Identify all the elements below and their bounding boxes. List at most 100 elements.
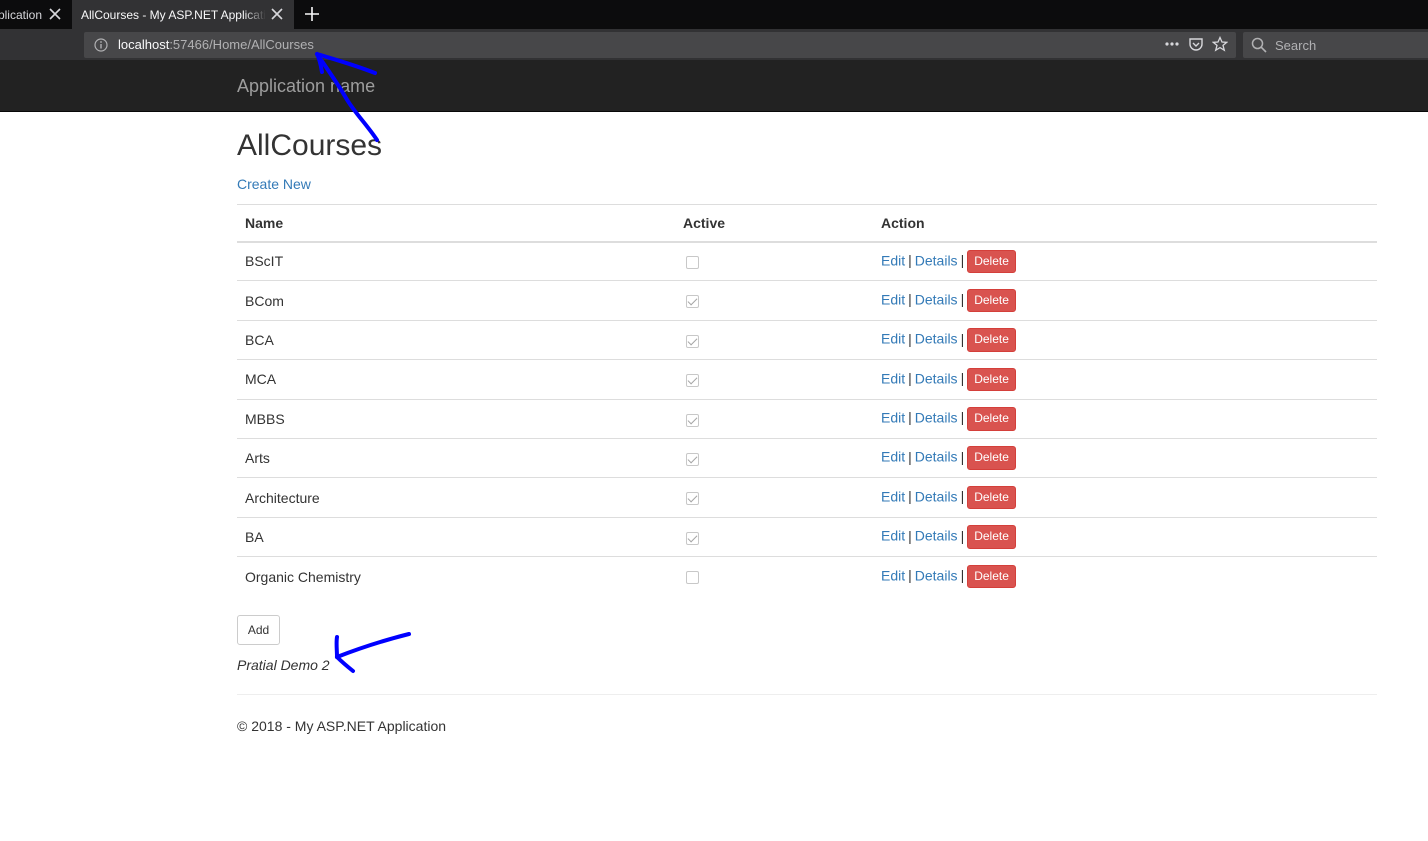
annotation-arrow-partial <box>334 632 411 673</box>
separator: | <box>908 252 912 269</box>
table-row: BScIT Edit | Details | Delete <box>237 242 1377 281</box>
browser-tab-active[interactable]: AllCourses - My ASP.NET Application <box>72 0 294 29</box>
browser-tab-strip: Application name - My ASP.NET Applicatio… <box>0 0 1428 29</box>
edit-link[interactable]: Edit <box>881 291 905 307</box>
separator: | <box>908 567 912 584</box>
course-name: BCA <box>237 319 675 360</box>
table-row: MCA Edit | Details | Delete <box>237 359 1377 400</box>
edit-link[interactable]: Edit <box>881 370 905 386</box>
active-checkbox <box>686 256 699 270</box>
table-row: Architecture Edit | Details | Delete <box>237 477 1377 518</box>
active-checkbox <box>686 295 699 309</box>
separator: | <box>960 370 965 387</box>
course-name: Architecture <box>237 477 675 518</box>
table-body: BScIT Edit | Details | Delete BCom Edit | Details… <box>237 242 1377 597</box>
separator: | <box>908 409 912 426</box>
info-icon[interactable] <box>94 38 108 52</box>
details-link[interactable]: Details <box>915 291 958 307</box>
url-actions <box>1164 35 1229 52</box>
delete-button[interactable]: Delete <box>967 564 1016 589</box>
action-cell: Edit | Details | Delete <box>873 280 1377 321</box>
search-bar[interactable]: Search <box>1243 32 1428 58</box>
active-cell <box>675 280 873 321</box>
tab-title: Application name - My ASP.NET Applicatio… <box>0 7 42 22</box>
edit-link[interactable]: Edit <box>881 252 905 268</box>
bookmark-star-icon[interactable] <box>1211 35 1229 52</box>
browser-tab[interactable]: Application name - My ASP.NET Applicatio… <box>0 0 70 29</box>
delete-button[interactable]: Delete <box>967 485 1016 510</box>
table-row: BCA Edit | Details | Delete <box>237 319 1377 360</box>
edit-link[interactable]: Edit <box>881 528 905 544</box>
url-path: :57466/Home/AllCourses <box>169 37 314 52</box>
close-icon[interactable] <box>270 7 284 21</box>
table-row: BA Edit | Details | Delete <box>237 516 1377 557</box>
new-tab-plus-icon[interactable] <box>303 5 321 23</box>
details-link[interactable]: Details <box>915 370 958 386</box>
separator: | <box>908 330 912 347</box>
active-cell <box>675 359 873 400</box>
course-name: MCA <box>237 359 675 400</box>
edit-link[interactable]: Edit <box>881 331 905 347</box>
edit-link[interactable]: Edit <box>881 567 905 583</box>
more-actions-icon[interactable] <box>1164 36 1180 52</box>
search-icon <box>1251 37 1267 53</box>
tab-title: AllCourses - My ASP.NET Application <box>81 7 266 22</box>
table-row: MBBS Edit | Details | Delete <box>237 398 1377 439</box>
create-new-link[interactable]: Create New <box>237 176 311 192</box>
active-checkbox <box>686 492 699 506</box>
course-name: BA <box>237 516 675 557</box>
search-placeholder: Search <box>1275 38 1317 53</box>
active-cell <box>675 242 873 281</box>
delete-button[interactable]: Delete <box>967 446 1016 470</box>
footer-text: © 2018 - My ASP.NET Application <box>237 718 447 734</box>
separator: | <box>960 291 965 308</box>
details-link[interactable]: Details <box>915 567 958 583</box>
details-link[interactable]: Details <box>915 331 958 347</box>
action-cell: Edit | Details | Delete <box>873 359 1377 400</box>
url-host: localhost <box>118 37 170 52</box>
delete-button[interactable]: Delete <box>967 288 1016 313</box>
url-text: localhost:57466/Home/AllCourses <box>118 37 314 52</box>
table-row: BCom Edit | Details | Delete <box>237 280 1377 321</box>
action-cell: Edit | Details | Delete <box>873 556 1377 597</box>
address-bar[interactable]: localhost:57466/Home/AllCourses <box>84 32 1236 58</box>
active-cell <box>675 516 873 557</box>
delete-button[interactable]: Delete <box>967 525 1016 549</box>
edit-link[interactable]: Edit <box>881 488 905 504</box>
add-button[interactable]: Add <box>237 615 280 645</box>
brand-link[interactable]: Application name <box>237 76 375 97</box>
delete-button[interactable]: Delete <box>967 406 1016 431</box>
separator: | <box>960 448 965 465</box>
delete-button[interactable]: Delete <box>967 328 1016 352</box>
active-cell <box>675 556 873 597</box>
details-link[interactable]: Details <box>915 252 958 268</box>
column-header-action: Action <box>873 204 1377 243</box>
separator: | <box>908 291 912 308</box>
separator: | <box>960 527 965 544</box>
close-icon[interactable] <box>48 7 62 21</box>
details-link[interactable]: Details <box>915 449 958 465</box>
table-row: Arts Edit | Details | Delete <box>237 437 1377 478</box>
edit-link[interactable]: Edit <box>881 449 905 465</box>
table-header-row: Name Active Action <box>237 204 1377 243</box>
pocket-icon[interactable] <box>1188 36 1204 52</box>
details-link[interactable]: Details <box>915 409 958 425</box>
details-link[interactable]: Details <box>915 488 958 504</box>
separator: | <box>908 488 912 505</box>
edit-link[interactable]: Edit <box>881 409 905 425</box>
delete-button[interactable]: Delete <box>967 249 1016 274</box>
course-name: Arts <box>237 437 675 478</box>
course-name: BScIT <box>245 253 284 270</box>
action-cell: Edit | Details | Delete <box>873 242 1377 281</box>
separator: | <box>960 409 965 426</box>
active-cell <box>675 437 873 478</box>
separator: | <box>960 252 965 269</box>
active-checkbox <box>686 531 699 545</box>
separator: | <box>960 567 965 584</box>
delete-button[interactable]: Delete <box>967 367 1016 392</box>
action-cell: Edit | Details | Delete <box>873 398 1377 439</box>
details-link[interactable]: Details <box>915 528 958 544</box>
action-cell: Edit | Details | Delete <box>873 477 1377 518</box>
active-checkbox <box>686 413 699 427</box>
browser-toolbar: localhost:57466/Home/AllCourses Search <box>0 29 1428 60</box>
